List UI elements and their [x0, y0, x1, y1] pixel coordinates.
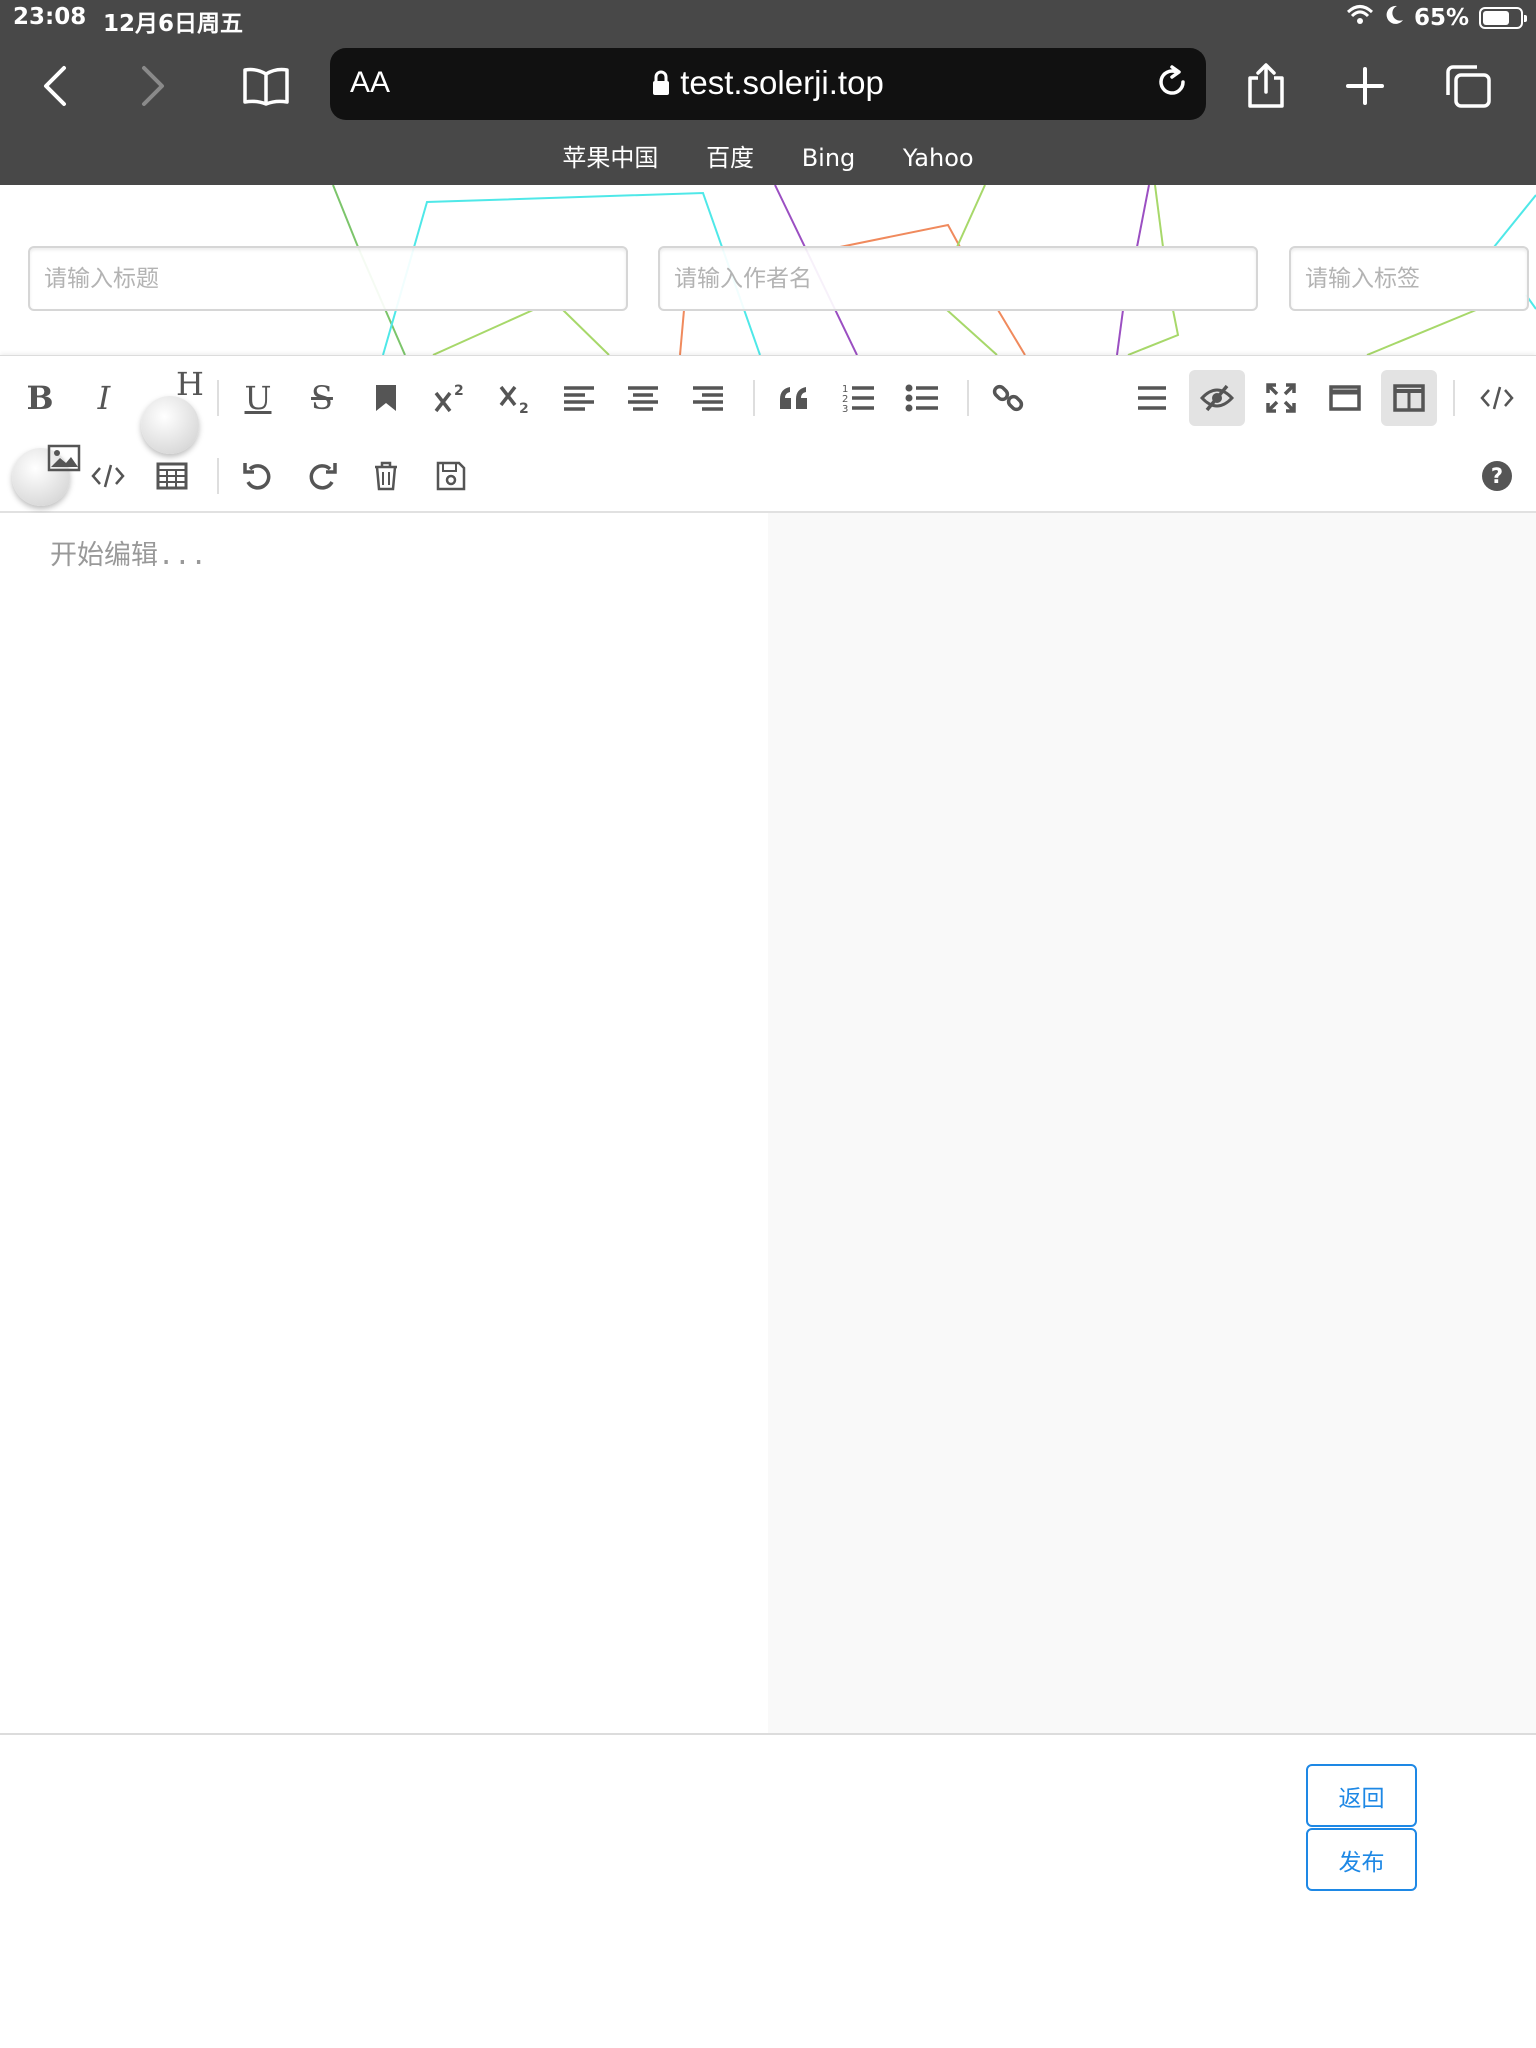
moon-icon [1384, 4, 1404, 32]
editor-toolbar: B I H U S 2 2 123 ? [0, 355, 1536, 513]
status-bar: 23:08 12月6日周五 65% [0, 0, 1536, 38]
toolbar-separator [1453, 380, 1455, 416]
tags-input[interactable] [1289, 246, 1529, 311]
code-block-icon[interactable] [80, 448, 136, 504]
fullscreen-expand-icon[interactable] [1253, 370, 1309, 426]
toggle-preview-eye-icon[interactable] [1189, 370, 1245, 426]
forward-icon[interactable] [123, 56, 183, 116]
split-view-icon[interactable] [1381, 370, 1437, 426]
code-view-icon[interactable] [1469, 370, 1525, 426]
wifi-icon [1346, 4, 1374, 32]
svg-text:2: 2 [519, 401, 529, 415]
bookmark-item[interactable]: Bing [802, 144, 856, 172]
help-icon[interactable]: ? [1469, 448, 1525, 504]
back-icon[interactable] [25, 56, 85, 116]
status-right: 65% [1346, 4, 1527, 32]
svg-text:2: 2 [454, 383, 464, 399]
italic-button[interactable]: I [76, 370, 132, 426]
redo-icon[interactable] [294, 448, 350, 504]
undo-icon[interactable] [230, 448, 286, 504]
align-center-icon[interactable] [615, 370, 671, 426]
bookmark-item[interactable]: 百度 [706, 144, 754, 172]
bookmarks-book-icon[interactable] [236, 56, 296, 116]
underline-button[interactable]: U [230, 370, 286, 426]
toolbar-separator [217, 380, 219, 416]
title-input[interactable] [28, 246, 628, 311]
editor-divider [0, 1733, 1536, 1735]
reload-icon[interactable] [1152, 62, 1192, 106]
menu-lines-icon[interactable] [1124, 370, 1180, 426]
bold-label: B [26, 379, 54, 417]
underline-label: U [244, 379, 272, 417]
status-time: 23:08 [13, 4, 87, 30]
toolbar-separator [967, 380, 969, 416]
battery-percentage: 65% [1413, 5, 1469, 31]
ordered-list-icon[interactable]: 123 [830, 370, 886, 426]
heading-label: H [176, 365, 204, 403]
window-icon[interactable] [1317, 370, 1373, 426]
table-icon[interactable] [144, 448, 200, 504]
status-date: 12月6日周五 [103, 11, 244, 37]
blockquote-icon[interactable] [766, 370, 822, 426]
browser-chrome: 23:08 12月6日周五 65% AA test.solerji.top 苹果… [0, 0, 1536, 185]
bookmark-item[interactable]: Yahoo [903, 144, 974, 172]
favorites-bar: 苹果中国 百度 Bing Yahoo [0, 138, 1536, 173]
toolbar-separator [753, 380, 755, 416]
tabs-overview-icon[interactable] [1438, 56, 1498, 116]
url-text: test.solerji.top [680, 64, 884, 101]
battery-icon [1479, 7, 1527, 29]
superscript-icon[interactable]: 2 [422, 370, 478, 426]
save-icon[interactable] [423, 448, 479, 504]
italic-label: I [97, 379, 111, 417]
heading-button[interactable]: H [162, 356, 218, 412]
bookmark-icon[interactable] [358, 370, 414, 426]
subscript-icon[interactable]: 2 [487, 370, 543, 426]
strikethrough-label: S [311, 379, 333, 417]
address-bar[interactable]: AA test.solerji.top [330, 48, 1206, 120]
svg-text:3: 3 [842, 404, 848, 414]
publish-button[interactable]: 发布 [1306, 1828, 1417, 1891]
strikethrough-button[interactable]: S [294, 370, 350, 426]
bookmark-item[interactable]: 苹果中国 [562, 144, 658, 172]
markdown-editor[interactable]: 开始编辑... [0, 513, 768, 1733]
bold-button[interactable]: B [12, 370, 68, 426]
align-left-icon[interactable] [551, 370, 607, 426]
link-icon[interactable] [980, 370, 1036, 426]
author-input[interactable] [658, 246, 1258, 311]
svg-text:?: ? [1491, 464, 1503, 488]
editor-placeholder: 开始编辑... [50, 540, 207, 571]
url-display[interactable]: test.solerji.top [330, 64, 1206, 104]
trash-icon[interactable] [358, 448, 414, 504]
lock-icon [652, 66, 670, 104]
back-button[interactable]: 返回 [1306, 1764, 1417, 1827]
toolbar-separator [217, 458, 219, 494]
unordered-list-icon[interactable] [894, 370, 950, 426]
align-right-icon[interactable] [680, 370, 736, 426]
preview-pane [768, 513, 1536, 1733]
share-icon[interactable] [1236, 56, 1296, 116]
new-tab-plus-icon[interactable] [1335, 56, 1395, 116]
